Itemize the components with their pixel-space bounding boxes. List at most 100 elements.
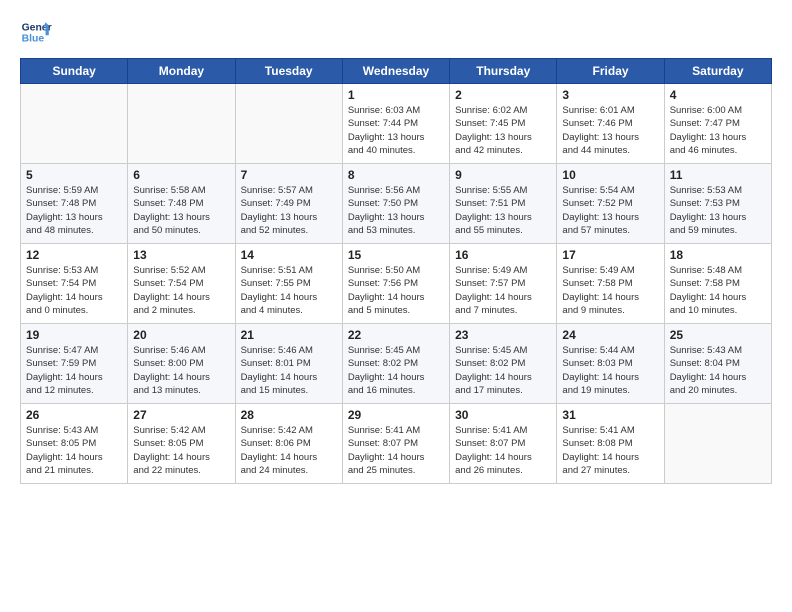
day-number: 4: [670, 88, 766, 102]
calendar-day-25: 25Sunrise: 5:43 AM Sunset: 8:04 PM Dayli…: [664, 324, 771, 404]
day-number: 29: [348, 408, 444, 422]
calendar-day-10: 10 Sunrise: 5:54 AM Sunset: 7:52 PM Dayli…: [557, 164, 664, 244]
day-info: Sunrise: 5:42 AM Sunset: 8:05 PM Dayligh…: [133, 424, 229, 477]
calendar-day-2: 2 Sunrise: 6:02 AM Sunset: 7:45 PM Daylig…: [450, 84, 557, 164]
day-info: Sunrise: 5:41 AM Sunset: 8:07 PM Dayligh…: [455, 424, 551, 477]
calendar-day-18: 18 Sunrise: 5:48 AM Sunset: 7:58 PM Dayli…: [664, 244, 771, 324]
day-number: 10: [562, 168, 658, 182]
day-number: 24: [562, 328, 658, 342]
day-info: Sunrise: 6:01 AM Sunset: 7:46 PM Dayligh…: [562, 104, 658, 157]
calendar-day-28: 28 Sunrise: 5:42 AM Sunset: 8:06 PM Dayli…: [235, 404, 342, 484]
logo: General Blue: [20, 16, 52, 48]
calendar-day-29: 29 Sunrise: 5:41 AM Sunset: 8:07 PM Dayli…: [342, 404, 449, 484]
day-info: Sunrise: 5:45 AM Sunset: 8:02 PM Dayligh…: [455, 344, 551, 397]
day-info: Sunrise: 5:53 AM Sunset: 7:53 PM Dayligh…: [670, 184, 766, 237]
weekday-header-wednesday: Wednesday: [342, 59, 449, 84]
day-info: Sunrise: 5:42 AM Sunset: 8:06 PM Dayligh…: [241, 424, 337, 477]
day-info: Sunrise: 5:50 AM Sunset: 7:56 PM Dayligh…: [348, 264, 444, 317]
calendar-day-17: 17Sunrise: 5:49 AM Sunset: 7:58 PM Dayli…: [557, 244, 664, 324]
day-info: Sunrise: 5:41 AM Sunset: 8:07 PM Dayligh…: [348, 424, 444, 477]
weekday-header-thursday: Thursday: [450, 59, 557, 84]
page-header: General Blue: [20, 16, 772, 48]
day-number: 19: [26, 328, 122, 342]
day-number: 16: [455, 248, 551, 262]
day-number: 21: [241, 328, 337, 342]
day-info: Sunrise: 5:53 AM Sunset: 7:54 PM Dayligh…: [26, 264, 122, 317]
calendar-table: SundayMondayTuesdayWednesdayThursdayFrid…: [20, 58, 772, 484]
calendar-day-12: 12Sunrise: 5:53 AM Sunset: 7:54 PM Dayli…: [21, 244, 128, 324]
day-number: 23: [455, 328, 551, 342]
calendar-week-row: 26 Sunrise: 5:43 AM Sunset: 8:05 PM Dayli…: [21, 404, 772, 484]
calendar-day-22: 22 Sunrise: 5:45 AM Sunset: 8:02 PM Dayli…: [342, 324, 449, 404]
day-info: Sunrise: 5:56 AM Sunset: 7:50 PM Dayligh…: [348, 184, 444, 237]
day-number: 22: [348, 328, 444, 342]
calendar-day-30: 30 Sunrise: 5:41 AM Sunset: 8:07 PM Dayli…: [450, 404, 557, 484]
day-info: Sunrise: 5:55 AM Sunset: 7:51 PM Dayligh…: [455, 184, 551, 237]
logo-icon: General Blue: [20, 16, 52, 48]
calendar-day-14: 14 Sunrise: 5:51 AM Sunset: 7:55 PM Dayli…: [235, 244, 342, 324]
day-number: 31: [562, 408, 658, 422]
calendar-day-1: 1Sunrise: 6:03 AM Sunset: 7:44 PM Daylig…: [342, 84, 449, 164]
calendar-week-row: 12Sunrise: 5:53 AM Sunset: 7:54 PM Dayli…: [21, 244, 772, 324]
day-number: 7: [241, 168, 337, 182]
weekday-header-monday: Monday: [128, 59, 235, 84]
day-info: Sunrise: 5:43 AM Sunset: 8:05 PM Dayligh…: [26, 424, 122, 477]
day-number: 3: [562, 88, 658, 102]
day-number: 30: [455, 408, 551, 422]
day-number: 14: [241, 248, 337, 262]
calendar-day-15: 15 Sunrise: 5:50 AM Sunset: 7:56 PM Dayli…: [342, 244, 449, 324]
day-info: Sunrise: 5:46 AM Sunset: 8:01 PM Dayligh…: [241, 344, 337, 397]
day-number: 26: [26, 408, 122, 422]
calendar-day-19: 19 Sunrise: 5:47 AM Sunset: 7:59 PM Dayli…: [21, 324, 128, 404]
day-info: Sunrise: 5:54 AM Sunset: 7:52 PM Dayligh…: [562, 184, 658, 237]
calendar-day-8: 8 Sunrise: 5:56 AM Sunset: 7:50 PM Daylig…: [342, 164, 449, 244]
calendar-day-27: 27 Sunrise: 5:42 AM Sunset: 8:05 PM Dayli…: [128, 404, 235, 484]
calendar-day-9: 9 Sunrise: 5:55 AM Sunset: 7:51 PM Daylig…: [450, 164, 557, 244]
calendar-day-20: 20 Sunrise: 5:46 AM Sunset: 8:00 PM Dayli…: [128, 324, 235, 404]
day-number: 28: [241, 408, 337, 422]
day-number: 8: [348, 168, 444, 182]
day-info: Sunrise: 5:59 AM Sunset: 7:48 PM Dayligh…: [26, 184, 122, 237]
day-number: 2: [455, 88, 551, 102]
calendar-day-24: 24 Sunrise: 5:44 AM Sunset: 8:03 PM Dayli…: [557, 324, 664, 404]
calendar-day-4: 4Sunrise: 6:00 AM Sunset: 7:47 PM Daylig…: [664, 84, 771, 164]
day-info: Sunrise: 5:45 AM Sunset: 8:02 PM Dayligh…: [348, 344, 444, 397]
page-container: General Blue SundayMondayTuesdayWednesda…: [0, 0, 792, 494]
calendar-day-empty: [128, 84, 235, 164]
day-number: 6: [133, 168, 229, 182]
day-number: 20: [133, 328, 229, 342]
day-number: 9: [455, 168, 551, 182]
day-number: 27: [133, 408, 229, 422]
weekday-header-row: SundayMondayTuesdayWednesdayThursdayFrid…: [21, 59, 772, 84]
weekday-header-friday: Friday: [557, 59, 664, 84]
day-info: Sunrise: 6:02 AM Sunset: 7:45 PM Dayligh…: [455, 104, 551, 157]
calendar-week-row: 1Sunrise: 6:03 AM Sunset: 7:44 PM Daylig…: [21, 84, 772, 164]
day-info: Sunrise: 5:51 AM Sunset: 7:55 PM Dayligh…: [241, 264, 337, 317]
weekday-header-sunday: Sunday: [21, 59, 128, 84]
calendar-day-empty: [664, 404, 771, 484]
day-info: Sunrise: 5:41 AM Sunset: 8:08 PM Dayligh…: [562, 424, 658, 477]
calendar-day-31: 31 Sunrise: 5:41 AM Sunset: 8:08 PM Dayli…: [557, 404, 664, 484]
calendar-day-26: 26 Sunrise: 5:43 AM Sunset: 8:05 PM Dayli…: [21, 404, 128, 484]
svg-text:Blue: Blue: [22, 34, 45, 45]
day-info: Sunrise: 5:47 AM Sunset: 7:59 PM Dayligh…: [26, 344, 122, 397]
calendar-day-empty: [21, 84, 128, 164]
day-info: Sunrise: 5:48 AM Sunset: 7:58 PM Dayligh…: [670, 264, 766, 317]
day-info: Sunrise: 5:49 AM Sunset: 7:57 PM Dayligh…: [455, 264, 551, 317]
calendar-day-21: 21 Sunrise: 5:46 AM Sunset: 8:01 PM Dayli…: [235, 324, 342, 404]
calendar-day-7: 7 Sunrise: 5:57 AM Sunset: 7:49 PM Daylig…: [235, 164, 342, 244]
calendar-day-3: 3 Sunrise: 6:01 AM Sunset: 7:46 PM Daylig…: [557, 84, 664, 164]
weekday-header-saturday: Saturday: [664, 59, 771, 84]
calendar-day-23: 23 Sunrise: 5:45 AM Sunset: 8:02 PM Dayli…: [450, 324, 557, 404]
day-number: 18: [670, 248, 766, 262]
day-number: 15: [348, 248, 444, 262]
calendar-day-16: 16 Sunrise: 5:49 AM Sunset: 7:57 PM Dayli…: [450, 244, 557, 324]
day-info: Sunrise: 5:44 AM Sunset: 8:03 PM Dayligh…: [562, 344, 658, 397]
day-info: Sunrise: 5:57 AM Sunset: 7:49 PM Dayligh…: [241, 184, 337, 237]
day-info: Sunrise: 5:46 AM Sunset: 8:00 PM Dayligh…: [133, 344, 229, 397]
day-info: Sunrise: 5:58 AM Sunset: 7:48 PM Dayligh…: [133, 184, 229, 237]
day-info: Sunrise: 6:03 AM Sunset: 7:44 PM Dayligh…: [348, 104, 444, 157]
calendar-day-13: 13Sunrise: 5:52 AM Sunset: 7:54 PM Dayli…: [128, 244, 235, 324]
weekday-header-tuesday: Tuesday: [235, 59, 342, 84]
day-number: 11: [670, 168, 766, 182]
